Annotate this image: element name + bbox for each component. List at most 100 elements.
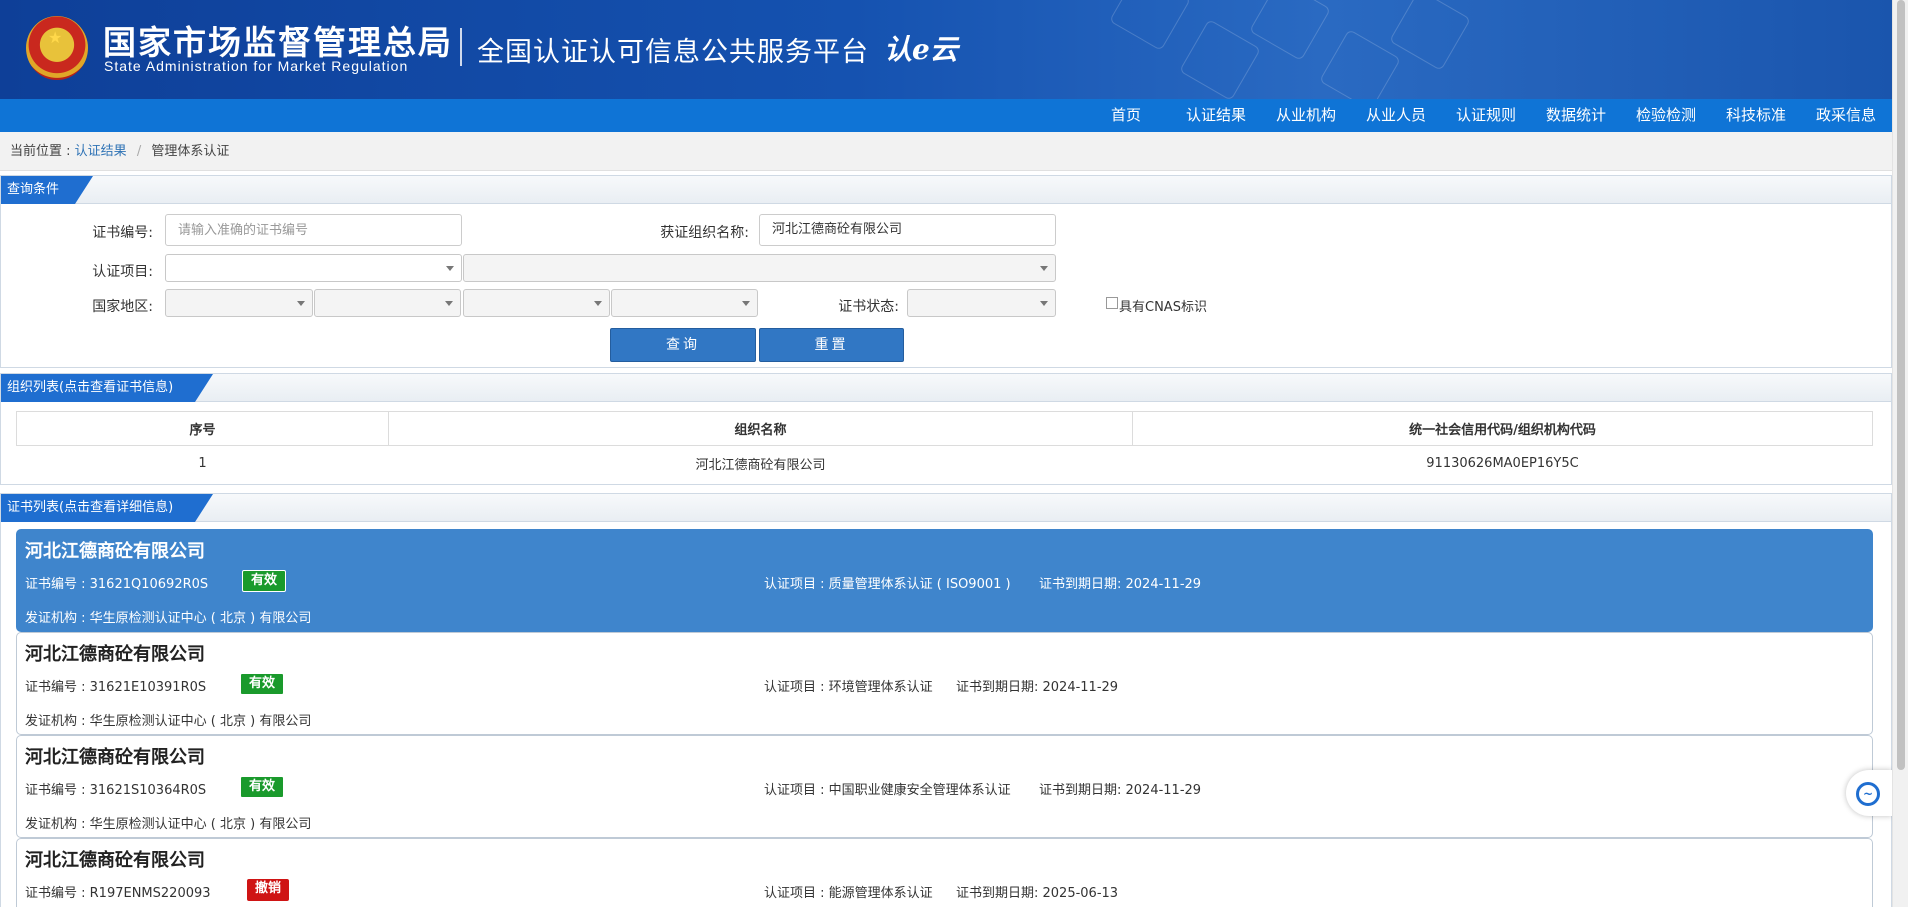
table-row[interactable]: 1 河北江德商砼有限公司 91130626MA0EP16Y5C [17, 446, 1873, 482]
region-select-2[interactable] [314, 289, 461, 317]
row-credit-code: 91130626MA0EP16Y5C [1426, 456, 1579, 472]
brand-title-cn[interactable]: 国家市场监督管理总局 [103, 16, 453, 64]
status-label: 证书状态: [838, 299, 899, 315]
hexagon-decoration [1109, 0, 1191, 51]
assistant-icon: ~ [1856, 782, 1880, 806]
org-name-label: 获证组织名称: [660, 225, 749, 241]
breadcrumb-current: 管理体系认证 [151, 144, 230, 159]
chevron-down-icon [1040, 266, 1048, 271]
hexagon-decoration [1319, 29, 1401, 99]
chevron-down-icon [446, 266, 454, 271]
region-label: 国家地区: [92, 299, 153, 315]
renyun-logo-icon: 认e云 [884, 33, 958, 66]
breadcrumb-prefix: 当前位置 : [10, 144, 71, 159]
col-header-index: 序号 [16, 411, 389, 446]
cert-org-name: 河北江德商砼有限公司 [25, 541, 205, 562]
region-select-1[interactable] [165, 289, 313, 317]
page-scrollbar[interactable] [1892, 0, 1908, 907]
chevron-down-icon [594, 301, 602, 306]
project-label: 认证项目: [92, 264, 153, 280]
nav-personnel[interactable]: 从业人员 [1360, 99, 1432, 132]
query-panel-header: 查询条件 [1, 176, 1891, 204]
breadcrumb-separator: / [136, 144, 142, 159]
hexagon-decoration [1249, 0, 1331, 61]
cert-project: 认证项目 : 环境管理体系认证 [764, 680, 933, 695]
cert-card[interactable]: 河北江德商砼有限公司 证书编号 : 31621E10391R0S 有效 认证项目… [16, 632, 1873, 735]
nav-cert-rules[interactable]: 认证规则 [1450, 99, 1522, 132]
nav-procurement[interactable]: 政采信息 [1810, 99, 1882, 132]
cert-list-panel: 证书列表(点击查看详细信息) 河北江德商砼有限公司 证书编号 : 31621Q1… [0, 493, 1892, 907]
main-nav: 首页 认证结果 从业机构 从业人员 认证规则 数据统计 检验检测 科技标准 政采… [0, 99, 1892, 132]
brand-divider [460, 28, 462, 66]
cert-expiry: 证书到期日期: 2024-11-29 [1039, 783, 1202, 798]
cert-number: 证书编号 : 31621S10364R0S [25, 783, 207, 798]
cert-project: 认证项目 : 质量管理体系认证 ( ISO9001 ) [764, 577, 1011, 592]
nav-statistics[interactable]: 数据统计 [1540, 99, 1612, 132]
region-select-3[interactable] [463, 289, 610, 317]
brand-title-en: State Administration for Market Regulati… [104, 58, 409, 74]
status-badge: 有效 [240, 776, 285, 798]
cert-issuer: 发证机构 : 华生原检测认证中心 ( 北京 ) 有限公司 [25, 714, 312, 729]
cert-org-name: 河北江德商砼有限公司 [25, 747, 205, 768]
floating-assistant-button[interactable]: ~ [1846, 770, 1892, 816]
org-list-panel: 组织列表(点击查看证书信息) 序号 组织名称 统一社会信用代码/组织机构代码 1… [0, 373, 1892, 485]
nav-testing[interactable]: 检验检测 [1630, 99, 1702, 132]
cert-card[interactable]: 河北江德商砼有限公司 证书编号 : 31621S10364R0S 有效 认证项目… [16, 735, 1873, 838]
chevron-down-icon [297, 301, 305, 306]
status-badge: 撤销 [247, 879, 290, 901]
row-index: 1 [198, 456, 207, 472]
status-select[interactable] [907, 289, 1056, 317]
hexagon-decoration [1389, 0, 1471, 71]
region-select-4[interactable] [611, 289, 758, 317]
cert-expiry: 证书到期日期: 2024-11-29 [956, 680, 1119, 695]
cert-no-label: 证书编号: [92, 225, 153, 241]
cnas-checkbox[interactable] [1106, 297, 1118, 309]
cert-number: 证书编号 : 31621Q10692R0S [25, 577, 209, 592]
site-header: ★ 国家市场监督管理总局 State Administration for Ma… [0, 0, 1892, 99]
project-select[interactable] [165, 254, 462, 282]
cert-list-title: 证书列表(点击查看详细信息) [1, 494, 213, 522]
hexagon-decoration [1179, 19, 1261, 99]
cert-number: 证书编号 : 31621E10391R0S [25, 680, 207, 695]
chevron-down-icon [1040, 301, 1048, 306]
platform-title: 全国认证认可信息公共服务平台 [477, 37, 869, 68]
cert-project: 认证项目 : 能源管理体系认证 [764, 886, 933, 901]
nav-institutions[interactable]: 从业机构 [1270, 99, 1342, 132]
nav-cert-results[interactable]: 认证结果 [1180, 99, 1252, 132]
cert-card[interactable]: 河北江德商砼有限公司 证书编号 : R197ENMS220093 撤销 认证项目… [16, 838, 1873, 907]
scrollbar-thumb[interactable] [1897, 0, 1905, 770]
national-emblem-icon[interactable]: ★ [26, 16, 88, 80]
nav-home[interactable]: 首页 [1100, 99, 1152, 132]
breadcrumb: 当前位置 : 认证结果 / 管理体系认证 [0, 132, 1892, 171]
row-org-name[interactable]: 河北江德商砼有限公司 [389, 446, 1133, 482]
col-header-org-name: 组织名称 [388, 411, 1133, 446]
chevron-down-icon [445, 301, 453, 306]
cert-project: 认证项目 : 中国职业健康安全管理体系认证 [764, 783, 1011, 798]
cert-org-name: 河北江德商砼有限公司 [25, 850, 205, 871]
cert-number: 证书编号 : R197ENMS220093 [25, 886, 211, 901]
search-button[interactable]: 查询 [610, 328, 756, 362]
chevron-down-icon [742, 301, 750, 306]
org-name-input[interactable]: 河北江德商砼有限公司 [759, 214, 1056, 246]
cert-no-input[interactable] [165, 214, 462, 246]
status-badge: 有效 [242, 570, 287, 592]
nav-standards[interactable]: 科技标准 [1720, 99, 1792, 132]
cert-expiry: 证书到期日期: 2024-11-29 [1039, 577, 1202, 592]
cert-list-header: 证书列表(点击查看详细信息) [1, 494, 1891, 522]
breadcrumb-link-results[interactable]: 认证结果 [75, 144, 127, 159]
cert-card[interactable]: 河北江德商砼有限公司 证书编号 : 31621Q10692R0S 有效 认证项目… [16, 529, 1873, 632]
org-table: 序号 组织名称 统一社会信用代码/组织机构代码 1 河北江德商砼有限公司 911… [16, 411, 1873, 482]
query-panel-title: 查询条件 [1, 176, 93, 204]
reset-button[interactable]: 重置 [759, 328, 904, 362]
cert-issuer: 发证机构 : 华生原检测认证中心 ( 北京 ) 有限公司 [25, 817, 312, 832]
org-list-header: 组织列表(点击查看证书信息) [1, 374, 1891, 402]
org-list-title: 组织列表(点击查看证书信息) [1, 374, 213, 402]
cert-expiry: 证书到期日期: 2025-06-13 [956, 886, 1119, 901]
cert-issuer: 发证机构 : 华生原检测认证中心 ( 北京 ) 有限公司 [25, 611, 312, 626]
col-header-credit-code: 统一社会信用代码/组织机构代码 [1132, 411, 1873, 446]
project-sub-select[interactable] [463, 254, 1056, 282]
cnas-label: 具有CNAS标识 [1119, 300, 1207, 315]
cert-org-name: 河北江德商砼有限公司 [25, 644, 205, 665]
status-badge: 有效 [240, 673, 285, 695]
query-panel: 查询条件 证书编号: 获证组织名称: 河北江德商砼有限公司 认证项目: 国家地区… [0, 175, 1892, 368]
